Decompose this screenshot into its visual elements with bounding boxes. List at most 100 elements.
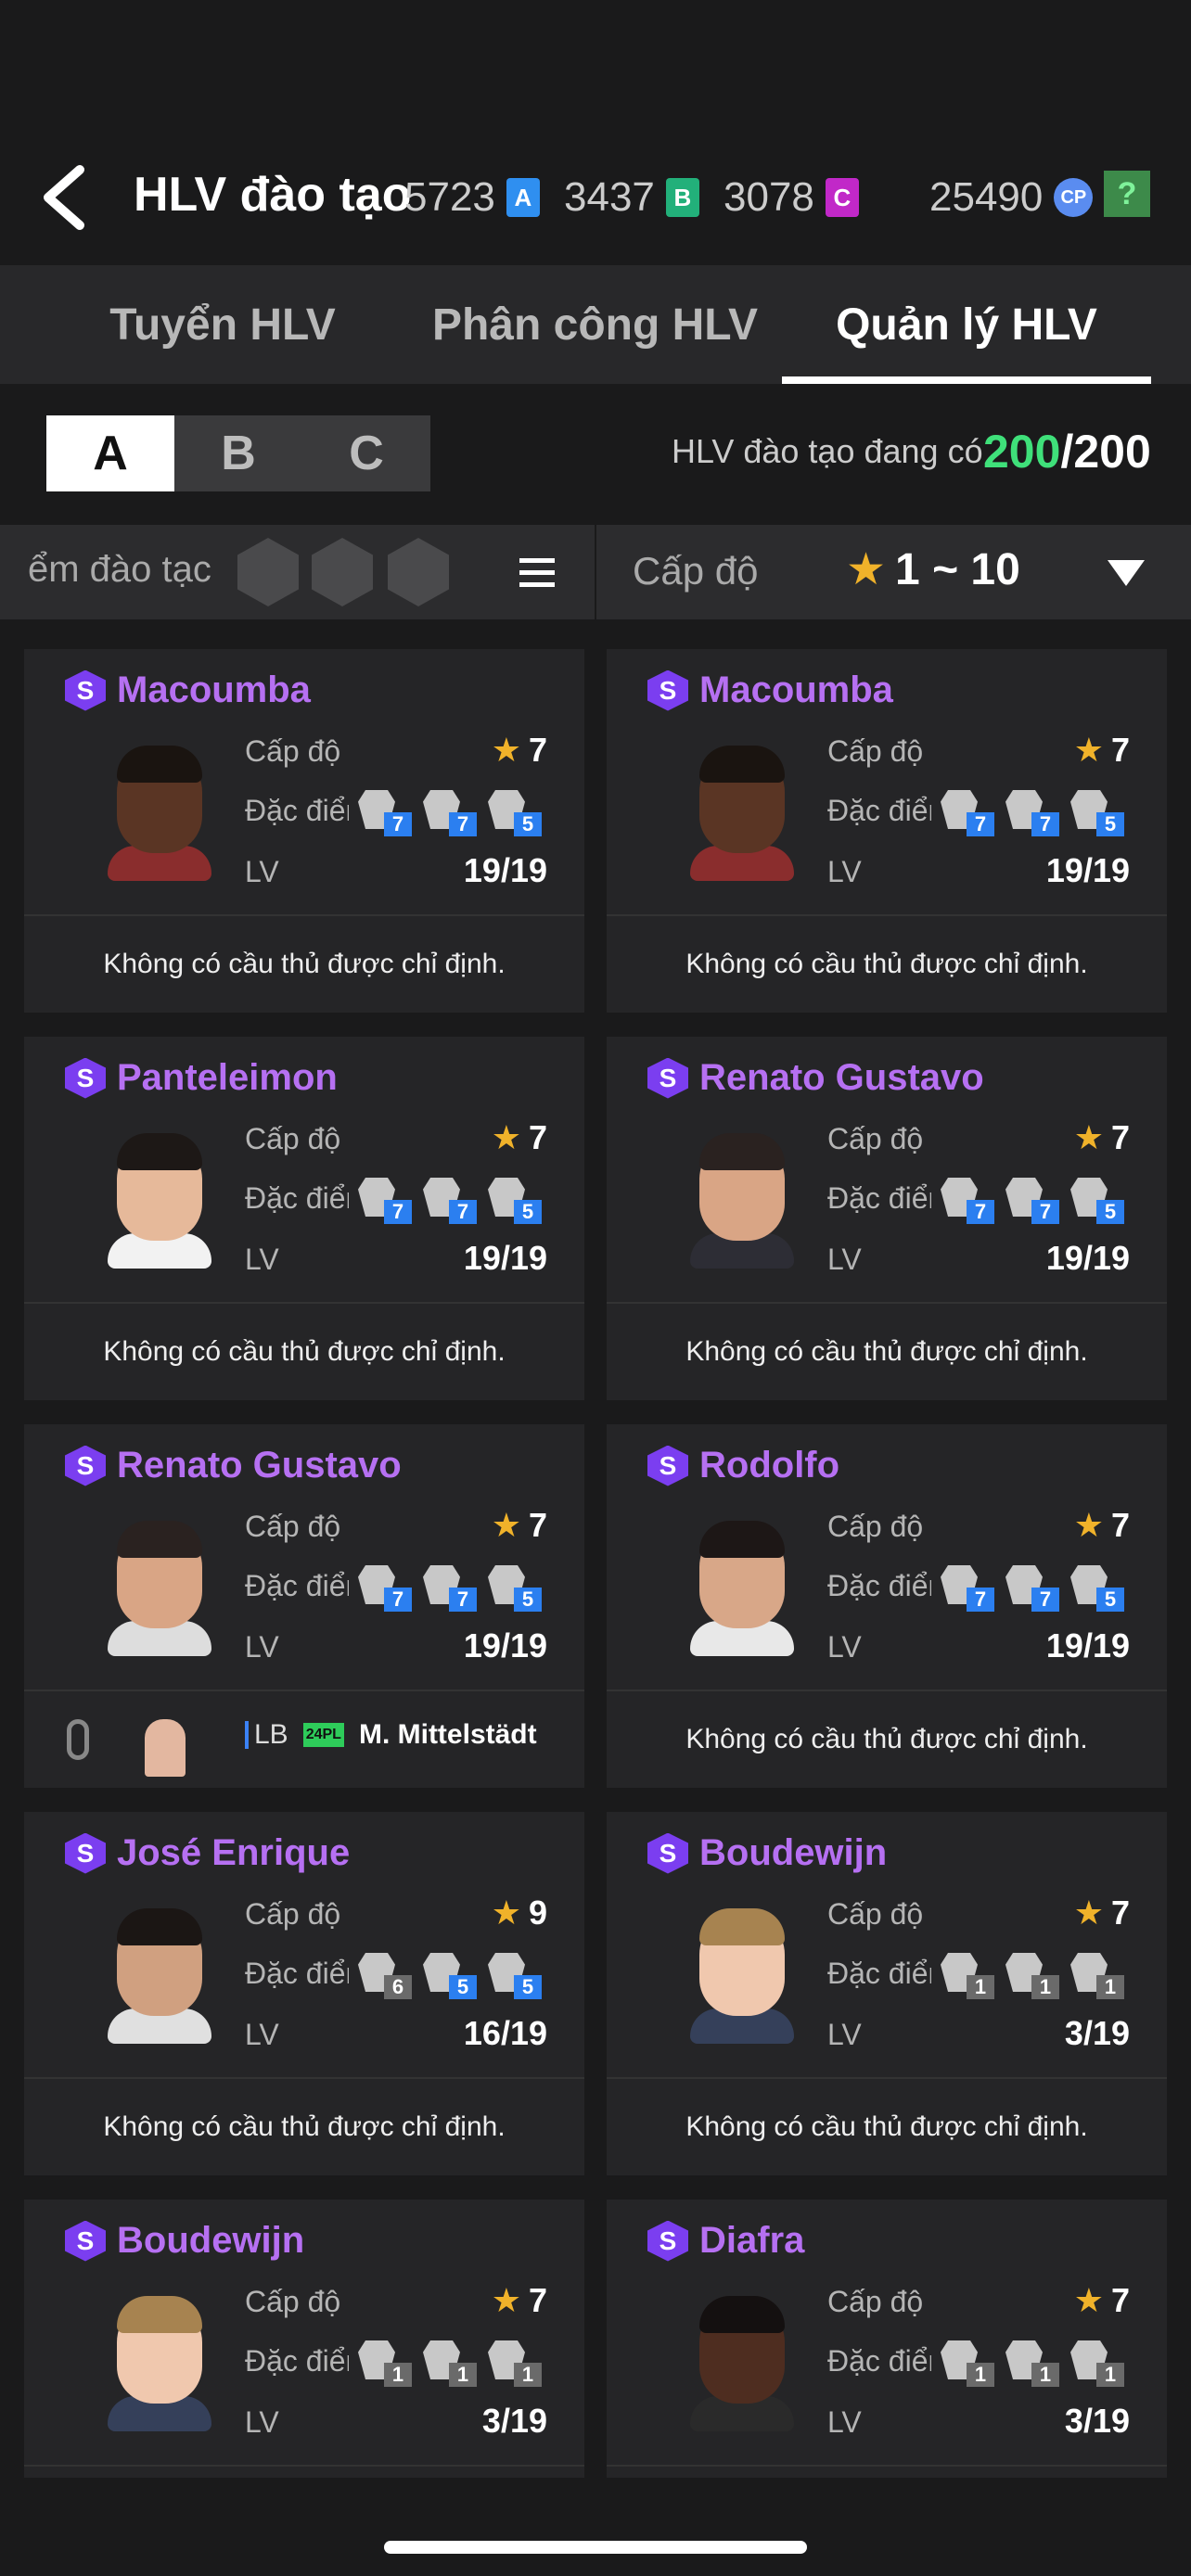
coach-name-text: Boudewijn	[699, 1832, 888, 1873]
coach-name-text: Macoumba	[699, 670, 893, 710]
coach-name: S Boudewijn	[65, 2220, 304, 2262]
level-number: 7	[1110, 1894, 1130, 1932]
trait-icon[interactable]: 5	[1067, 1178, 1124, 1224]
trait-icon[interactable]: 7	[354, 790, 412, 836]
no-assigned-player-text: Không có cầu thủ được chỉ định.	[685, 1336, 1088, 1367]
coach-name: S Macoumba	[647, 670, 893, 711]
trait-list: 7 7 5	[354, 1565, 542, 1612]
trait-icon[interactable]: 7	[419, 1565, 477, 1612]
level-filter-range[interactable]: ★ 1 ~ 10	[846, 543, 1020, 595]
back-arrow-icon[interactable]	[37, 164, 93, 231]
tab-bar: Tuyển HLV Phân công HLV Quản lý HLV	[0, 265, 1191, 384]
group-b-button[interactable]: B	[174, 415, 302, 491]
trait-level: 7	[384, 812, 412, 836]
coach-card[interactable]: S Boudewijn Cấp độ ★7 Đặc điểm 1 1 1 LV …	[24, 2200, 584, 2478]
star-icon: ★	[1073, 2281, 1104, 2319]
level-label: Cấp độ	[827, 2285, 924, 2318]
tier-badge-icon: S	[65, 1445, 106, 1486]
trait-icon[interactable]: 7	[1002, 1178, 1059, 1224]
trait-icon[interactable]: 7	[937, 1178, 994, 1224]
star-icon: ★	[1073, 1894, 1104, 1932]
trait-icon[interactable]: 1	[1067, 1953, 1124, 1999]
lv-label: LV	[245, 1243, 279, 1276]
currency-b-value: 3437	[564, 174, 655, 220]
trait-icon[interactable]: 1	[1002, 2340, 1059, 2387]
star-icon: ★	[491, 1506, 521, 1544]
level-value: ★ 9	[492, 1894, 547, 1932]
trait-list: 7 7 5	[937, 790, 1124, 836]
trait-level: 7	[1031, 1588, 1059, 1612]
coach-card[interactable]: S Renato Gustavo Cấp độ ★7 Đặc điểm 7 7 …	[607, 1037, 1167, 1400]
trait-icon[interactable]: 5	[419, 1953, 477, 1999]
coach-avatar	[108, 2292, 211, 2431]
coach-card[interactable]: S Renato Gustavo Cấp độ ★7 Đặc điểm 7 7 …	[24, 1424, 584, 1788]
trait-icon[interactable]: 7	[354, 1565, 412, 1612]
group-a-button[interactable]: A	[46, 415, 174, 491]
group-c-button[interactable]: C	[302, 415, 430, 491]
coach-card[interactable]: S Macoumba Cấp độ ★7 Đặc điểm 7 7 5 LV 1…	[607, 649, 1167, 1013]
trait-icon[interactable]: 1	[937, 1953, 994, 1999]
tier-badge-icon: S	[65, 2220, 106, 2262]
star-icon: ★	[1073, 731, 1104, 769]
tab-assign-coach[interactable]: Phân công HLV	[408, 265, 782, 384]
trait-icon[interactable]: 1	[1067, 2340, 1124, 2387]
trait-icon[interactable]: 1	[484, 2340, 542, 2387]
link-icon	[67, 1719, 89, 1760]
currency-c-value: 3078	[724, 174, 814, 220]
coach-name: S Renato Gustavo	[647, 1057, 984, 1099]
level-number: 7	[528, 2281, 547, 2319]
trait-icon[interactable]: 7	[937, 1565, 994, 1612]
coach-card[interactable]: S Diafra Cấp độ ★7 Đặc điểm 1 1 1 LV 3/1…	[607, 2200, 1167, 2478]
trait-icon[interactable]: 6	[354, 1953, 412, 1999]
trait-icon[interactable]: 7	[419, 1178, 477, 1224]
lv-value: 3/19	[1064, 2014, 1130, 2052]
level-value: ★ 7	[492, 1118, 547, 1157]
trait-icon[interactable]: 5	[484, 1953, 542, 1999]
trait-icon[interactable]: 5	[1067, 790, 1124, 836]
coach-card[interactable]: S Panteleimon Cấp độ ★7 Đặc điểm 7 7 5 L…	[24, 1037, 584, 1400]
trait-level: 7	[1031, 812, 1059, 836]
trait-icon[interactable]: 5	[484, 1178, 542, 1224]
sort-training-points-label[interactable]: ểm đào tạc	[28, 549, 211, 591]
assigned-player-row[interactable]: LB 24PL M. Mittelstädt	[24, 1691, 584, 1788]
coach-card[interactable]: S Boudewijn Cấp độ ★7 Đặc điểm 1 1 1 LV …	[607, 1812, 1167, 2175]
star-icon: ★	[491, 1894, 521, 1932]
level-number: 7	[528, 731, 547, 769]
trait-icon[interactable]: 1	[354, 2340, 412, 2387]
lv-label: LV	[827, 1630, 862, 1664]
level-label: Cấp độ	[827, 1122, 924, 1155]
coach-name: S Diafra	[647, 2220, 804, 2262]
trait-icon[interactable]: 7	[354, 1178, 412, 1224]
no-assigned-player-text: Không có cầu thủ được chỉ định.	[103, 1336, 506, 1367]
menu-list-icon[interactable]	[519, 558, 555, 588]
trait-icon[interactable]: 1	[1002, 1953, 1059, 1999]
dropdown-arrow-icon[interactable]	[1108, 560, 1145, 586]
trait-level: 7	[384, 1200, 412, 1224]
coach-card[interactable]: S Rodolfo Cấp độ ★7 Đặc điểm 7 7 5 LV 19…	[607, 1424, 1167, 1788]
level-label: Cấp độ	[245, 1897, 341, 1931]
coach-avatar	[690, 1905, 794, 2044]
tab-manage-coach[interactable]: Quản lý HLV	[782, 265, 1151, 384]
trait-icon[interactable]: 5	[484, 1565, 542, 1612]
trait-icon[interactable]: 7	[937, 790, 994, 836]
traits-label: Đặc điểm	[245, 794, 349, 827]
level-number: 7	[1110, 1506, 1130, 1544]
coach-name: S Macoumba	[65, 670, 311, 711]
trait-icon[interactable]: 5	[484, 790, 542, 836]
coach-card[interactable]: S Macoumba Cấp độ ★7 Đặc điểm 7 7 5 LV 1…	[24, 649, 584, 1013]
trait-icon[interactable]: 5	[1067, 1565, 1124, 1612]
trait-icon[interactable]: 1	[937, 2340, 994, 2387]
coach-card[interactable]: S José Enrique Cấp độ ★9 Đặc điểm 6 5 5 …	[24, 1812, 584, 2175]
lv-value: 19/19	[1045, 1626, 1130, 1664]
tab-recruit-coach[interactable]: Tuyển HLV	[37, 265, 408, 384]
tier-badge-icon: S	[647, 1445, 688, 1486]
trait-icon[interactable]: 1	[419, 2340, 477, 2387]
trait-icon[interactable]: 7	[419, 790, 477, 836]
help-icon[interactable]: ?	[1104, 171, 1150, 217]
coach-name: S Rodolfo	[647, 1445, 839, 1486]
trait-icon[interactable]: 7	[1002, 790, 1059, 836]
coach-avatar	[690, 2292, 794, 2431]
traits-label: Đặc điểm	[827, 1957, 931, 1990]
coach-avatar	[108, 1129, 211, 1269]
trait-icon[interactable]: 7	[1002, 1565, 1059, 1612]
